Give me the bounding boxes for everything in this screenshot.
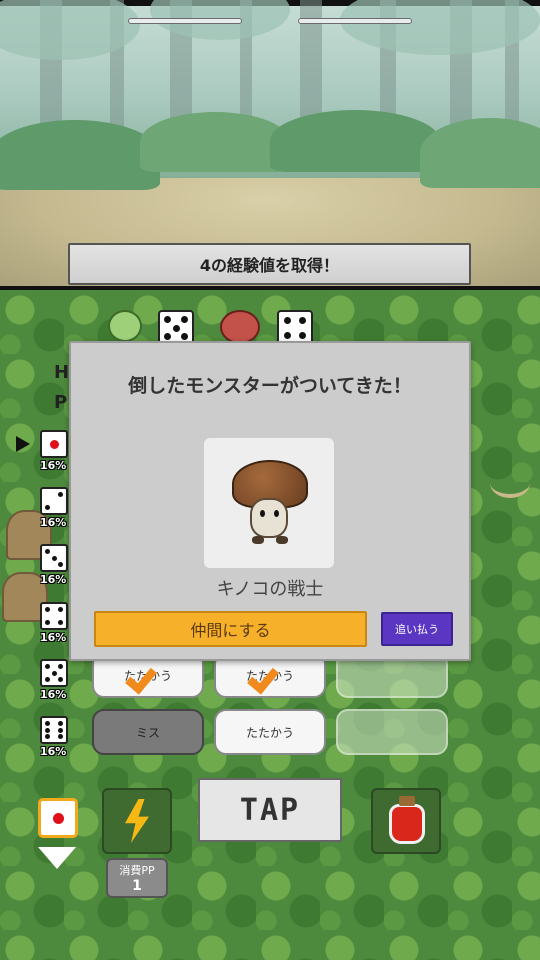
monster-foot bbox=[252, 536, 264, 544]
enemy-hp-bar bbox=[128, 18, 242, 24]
monster-foot bbox=[276, 536, 288, 544]
die-face-6-icon bbox=[40, 716, 68, 744]
bush bbox=[420, 118, 540, 188]
die-face-2-icon bbox=[40, 487, 68, 515]
die-percent: 16% bbox=[40, 688, 67, 701]
monster-eye bbox=[260, 510, 265, 517]
command-slot[interactable]: たたかう bbox=[214, 709, 326, 755]
dismiss-button[interactable]: 追い払う bbox=[381, 612, 453, 646]
bush bbox=[270, 110, 440, 172]
battle-message: 4の経験値を取得！ bbox=[68, 243, 471, 285]
die-percent: 16% bbox=[40, 459, 67, 472]
die-percent: 16% bbox=[40, 745, 67, 758]
recruit-dialog: 倒したモンスターがついてきた！ キノコの戦士 仲間にする 追い払う bbox=[69, 341, 471, 661]
potion-cork-icon bbox=[399, 796, 415, 806]
monster-eye bbox=[274, 510, 279, 517]
item-button[interactable] bbox=[371, 788, 441, 854]
pp-cost-value: 1 bbox=[132, 878, 142, 894]
command-slot-miss[interactable]: ミス bbox=[92, 709, 204, 755]
current-die-icon[interactable] bbox=[38, 798, 78, 838]
monster-name: キノコの戦士 bbox=[216, 579, 324, 600]
battle-scene: 4の経験値を取得！ bbox=[0, 0, 540, 288]
pp-label-partial: P bbox=[54, 392, 68, 413]
enemy-hp-bar bbox=[298, 18, 412, 24]
dialog-title: 倒したモンスターがついてきた！ bbox=[128, 375, 412, 397]
bush bbox=[140, 112, 290, 172]
mushroom-body bbox=[250, 498, 288, 538]
bush bbox=[0, 120, 160, 190]
sprout-monster-icon bbox=[108, 310, 142, 342]
die-face-3-icon bbox=[40, 544, 68, 572]
grass-tuft bbox=[490, 468, 530, 498]
die-percent: 16% bbox=[40, 516, 67, 529]
arrow-down-icon bbox=[38, 847, 76, 869]
tap-button[interactable]: TAP bbox=[198, 778, 342, 842]
monster-portrait bbox=[204, 438, 334, 568]
pp-cost-box: 消費PP 1 bbox=[106, 858, 168, 898]
recruit-button[interactable]: 仲間にする bbox=[94, 611, 367, 647]
die-face-4-icon bbox=[40, 602, 68, 630]
current-face-pointer-icon bbox=[16, 436, 30, 452]
die-face-1-icon bbox=[40, 430, 68, 458]
die-percent: 16% bbox=[40, 631, 67, 644]
hp-label-partial: H bbox=[54, 362, 70, 383]
skill-button[interactable] bbox=[102, 788, 172, 854]
lightning-bolt-icon bbox=[125, 799, 149, 843]
pp-cost-label: 消費PP bbox=[119, 864, 155, 877]
die-face-5-icon bbox=[40, 659, 68, 687]
potion-bottle-icon bbox=[389, 804, 425, 844]
die-percent: 16% bbox=[40, 573, 67, 586]
command-slot-empty[interactable] bbox=[336, 709, 448, 755]
snake-monster-icon bbox=[220, 310, 260, 344]
